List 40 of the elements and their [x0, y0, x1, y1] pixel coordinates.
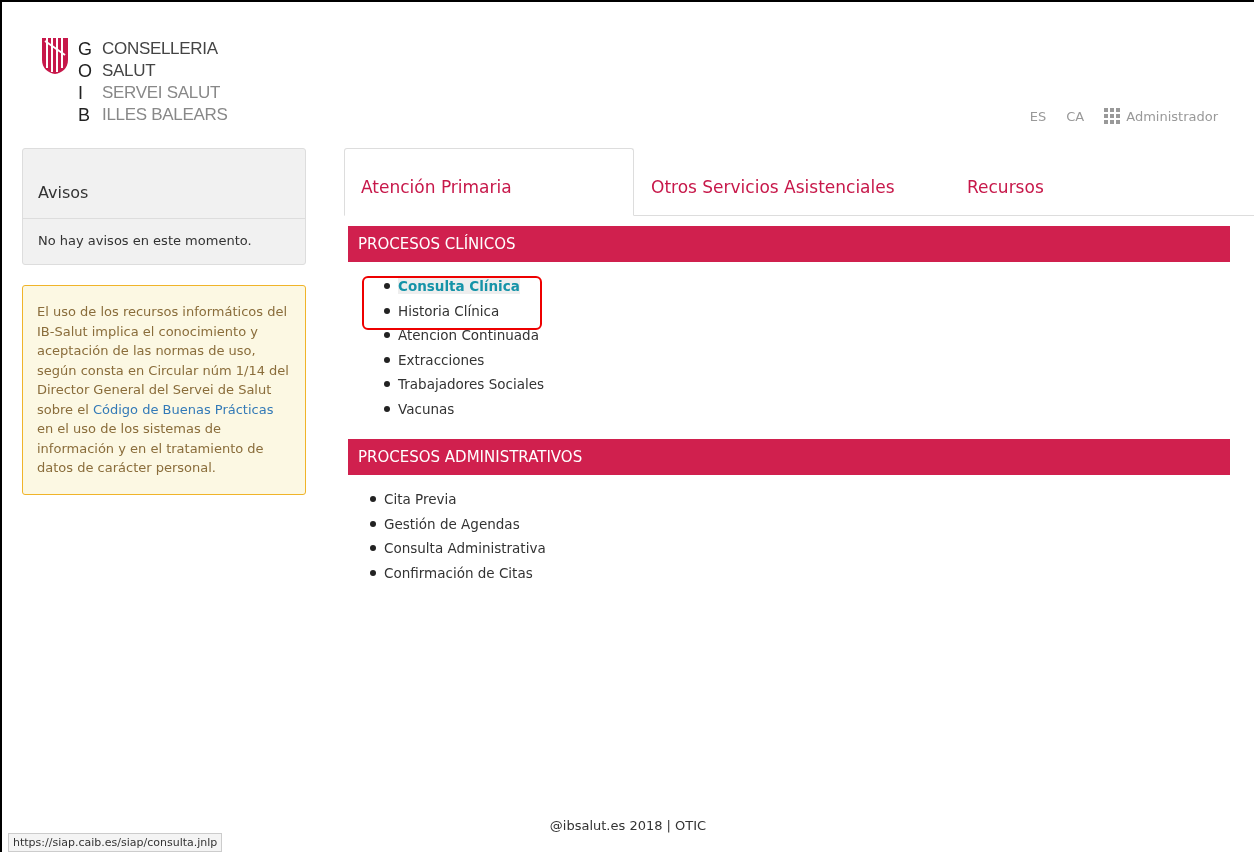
process-link[interactable]: Extracciones: [398, 351, 485, 368]
bullet-icon: [370, 496, 376, 503]
bullet-icon: [384, 332, 390, 339]
panel-title: Avisos: [38, 183, 89, 202]
status-url: https://siap.caib.es/siap/consulta.jnlp: [8, 833, 223, 852]
nav-tab[interactable]: Recursos: [950, 148, 1061, 216]
logo-text: ILLES BALEARS: [102, 104, 228, 126]
nav-tab[interactable]: Otros Servicios Asistenciales: [634, 148, 950, 216]
process-link[interactable]: Consulta Administrativa: [384, 540, 546, 557]
bullet-icon: [384, 381, 390, 388]
process-link[interactable]: Trabajadores Sociales: [398, 376, 545, 393]
logo-text: SALUT: [102, 60, 157, 82]
process-link[interactable]: Gestión de Agendas: [384, 515, 520, 532]
process-link[interactable]: Atencion Continuada: [398, 327, 539, 344]
logo-text: SERVEI SALUT: [102, 82, 221, 104]
bullet-icon: [370, 520, 376, 527]
apps-grid-icon[interactable]: [1104, 108, 1121, 124]
section-header: PROCESOS CLÍNICOS: [348, 226, 1230, 262]
footer-text: @ibsalut.es 2018 | OTIC: [549, 818, 707, 833]
logo-text: CONSELLERIA: [102, 38, 219, 60]
logo-letter: B: [78, 104, 91, 126]
coat-of-arms-icon: [42, 38, 68, 74]
bullet-icon: [384, 283, 390, 290]
bullet-icon: [384, 356, 390, 363]
bullet-icon: [370, 569, 376, 576]
process-link[interactable]: Historia Clínica: [398, 302, 500, 319]
logo-letter: I: [78, 82, 84, 104]
bullet-icon: [384, 307, 390, 314]
process-link[interactable]: Confirmación de Citas: [384, 564, 533, 581]
policy-notice: El uso de los recursos informáticos del IB-Salut implica el conocimiento y aceptación de las normas de uso, según consta en Circular núm 1/14 del Director General del Servei de Salut sobre el Código de Buenas Prácticas en el uso de los sistemas de información y en el tratamiento de datos de carácter personal.: [22, 285, 306, 495]
logo-letter: G: [78, 38, 92, 60]
policy-link[interactable]: Código de Buenas Prácticas: [92, 401, 274, 417]
process-link[interactable]: Cita Previa: [384, 491, 457, 508]
process-link[interactable]: Vacunas: [398, 400, 455, 417]
notice-message: No hay avisos en este momento.: [38, 233, 252, 248]
bullet-icon: [384, 405, 390, 412]
section-header: PROCESOS ADMINISTRATIVOS: [348, 439, 1230, 475]
bullet-icon: [370, 545, 376, 552]
nav-tab[interactable]: Atención Primaria: [344, 148, 634, 216]
logo-letter: O: [78, 60, 92, 82]
